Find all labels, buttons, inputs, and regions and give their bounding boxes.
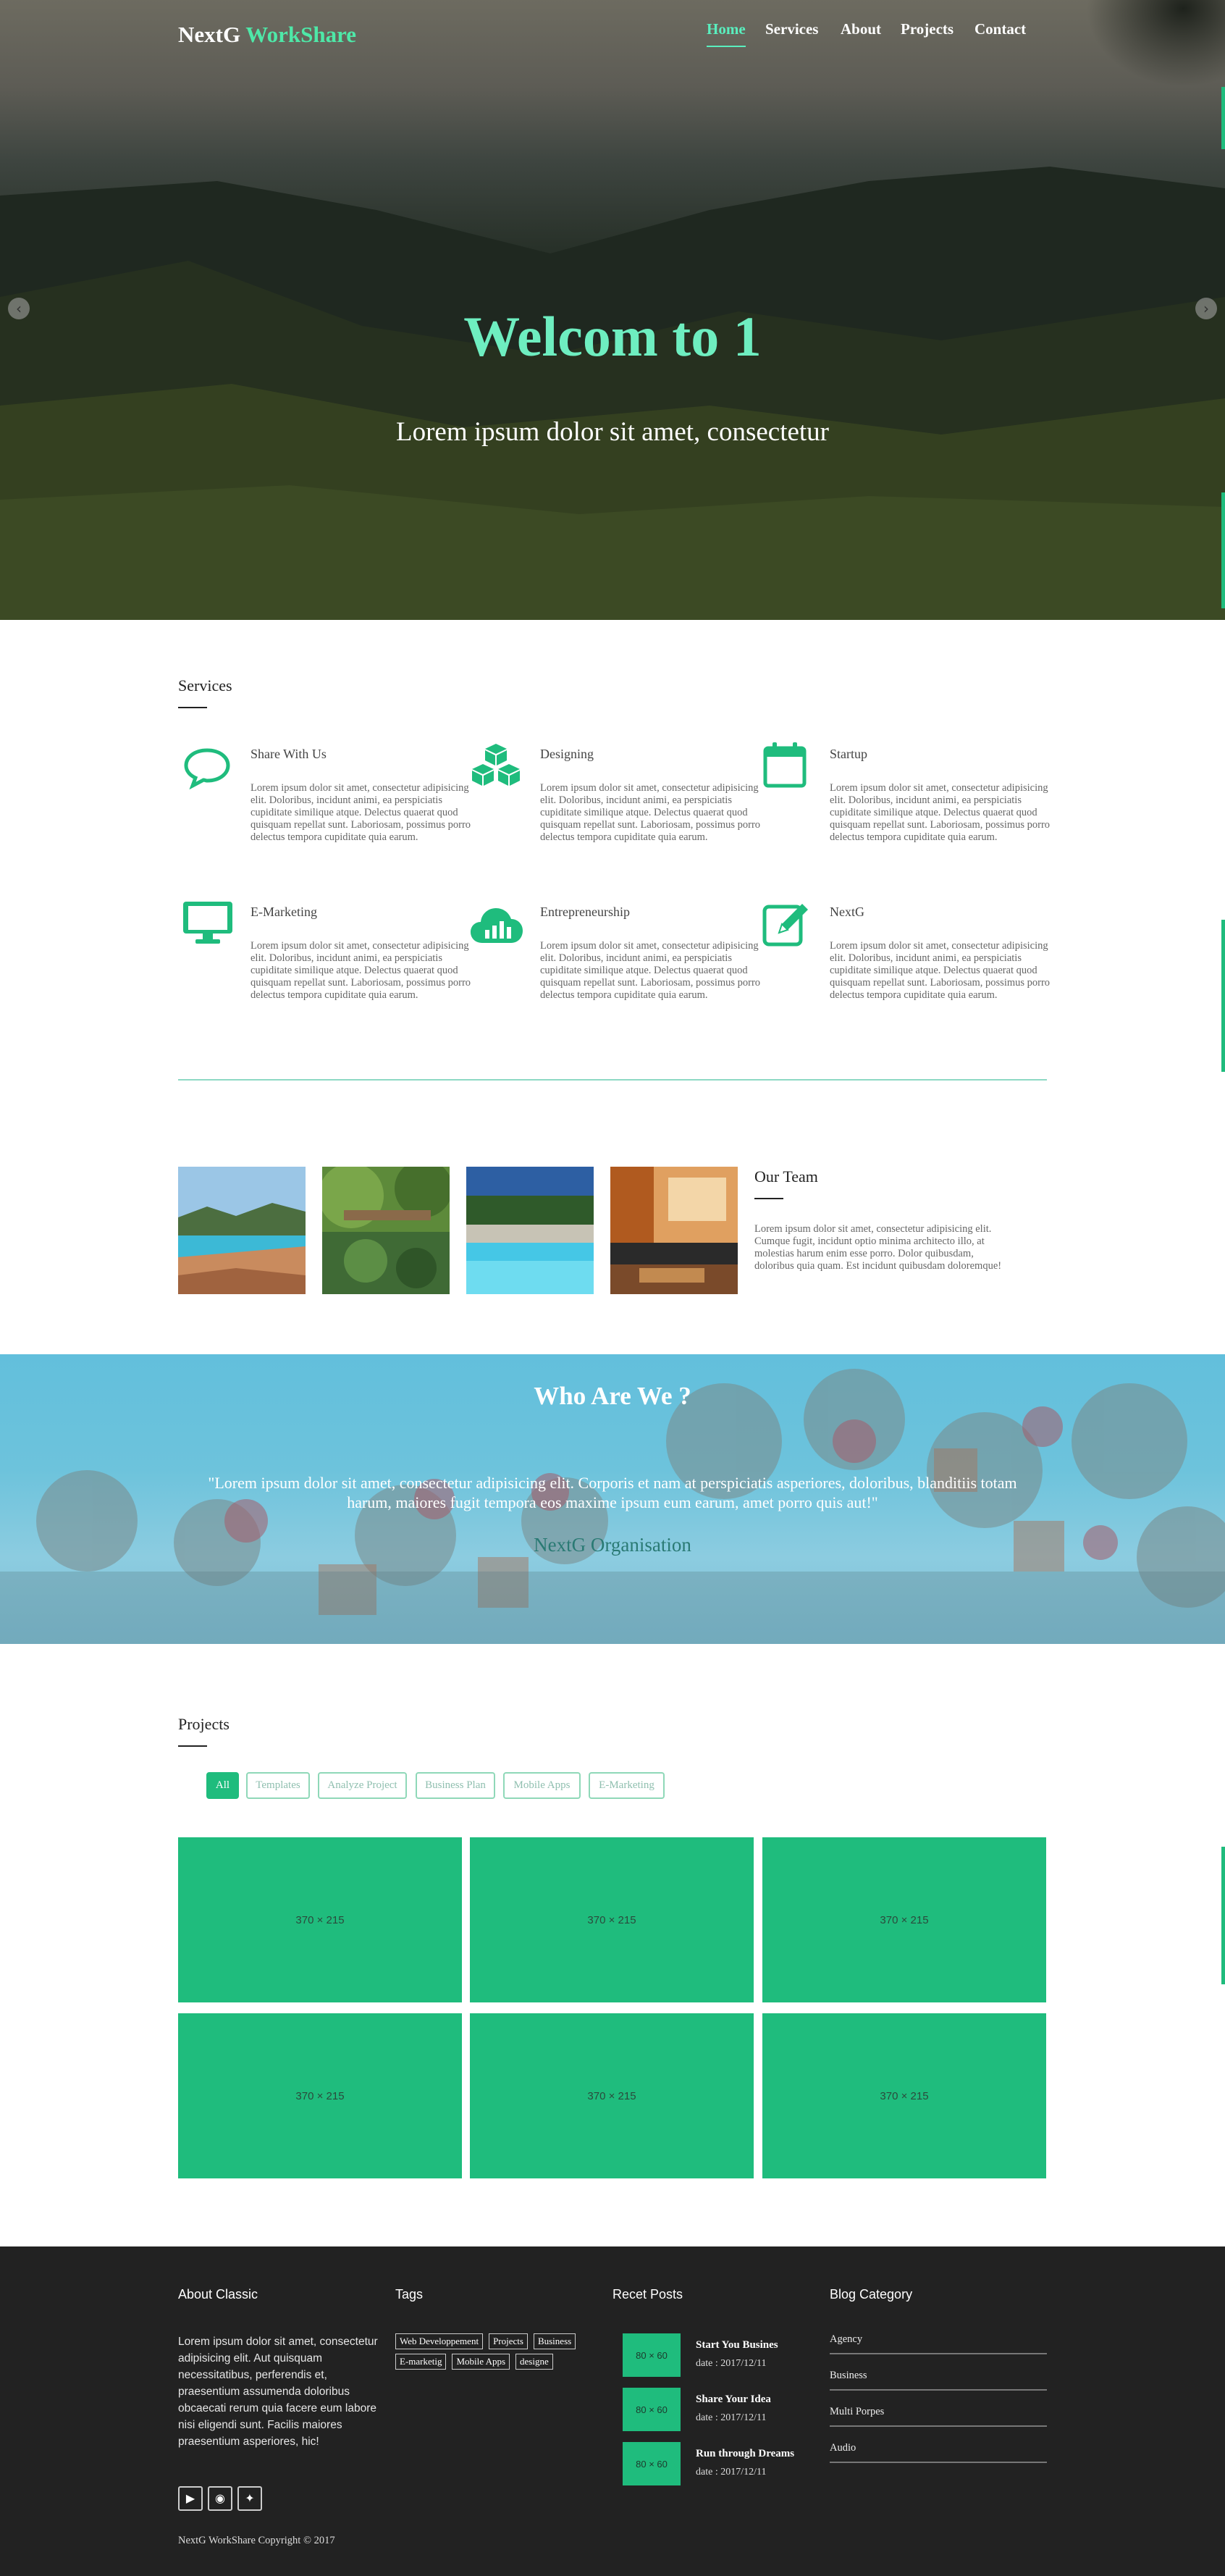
youtube-icon[interactable]: ▶ xyxy=(178,2486,203,2511)
service-text: Lorem ipsum dolor sit amet, consectetur … xyxy=(540,940,761,1001)
team-photo[interactable] xyxy=(322,1167,450,1294)
hero-subtitle: Lorem ipsum dolor sit amet, consectetur xyxy=(395,417,830,447)
brand-logo[interactable]: NextG WorkShare xyxy=(178,22,356,48)
project-card[interactable]: 370 × 215 xyxy=(470,1837,754,2002)
service-title: Startup xyxy=(830,747,867,761)
filter-mobile-apps-button[interactable]: Mobile Apps xyxy=(503,1772,581,1799)
service-title: NextG xyxy=(830,905,864,919)
section-divider xyxy=(178,1079,1047,1081)
service-title: E-Marketing xyxy=(251,905,317,919)
filter-analyze-project-button[interactable]: Analyze Project xyxy=(318,1772,407,1799)
category-link[interactable]: Multi Porpes xyxy=(830,2406,1047,2427)
service-text: Lorem ipsum dolor sit amet, consectetur … xyxy=(830,940,1051,1001)
footer-about-text: Lorem ipsum dolor sit amet, consectetur … xyxy=(178,2336,378,2448)
service-text: Lorem ipsum dolor sit amet, consectetur … xyxy=(251,940,471,1001)
who-title: Who Are We ? xyxy=(534,1382,691,1410)
service-text: Lorem ipsum dolor sit amet, consectetur … xyxy=(540,782,761,843)
github-icon[interactable]: ◉ xyxy=(208,2486,232,2511)
desktop-icon xyxy=(181,899,235,949)
who-author: NextG Organisation xyxy=(534,1534,691,1556)
scroll-indicator xyxy=(1221,1847,1225,1984)
service-text: Lorem ipsum dolor sit amet, consectetur … xyxy=(830,782,1051,843)
chat-bubble-icon xyxy=(182,746,232,793)
copyright: NextG WorkShare Copyright © 2017 xyxy=(178,2535,335,2546)
scroll-indicator xyxy=(1221,920,1225,1072)
team-photo[interactable] xyxy=(466,1167,594,1294)
services-title: Services xyxy=(178,676,232,708)
filter-e-marketing-button[interactable]: E-Marketing xyxy=(589,1772,665,1799)
project-card[interactable]: 370 × 215 xyxy=(762,1837,1046,2002)
post-thumbnail[interactable]: 80 × 60 xyxy=(623,2442,681,2485)
tree-silhouette xyxy=(1086,0,1225,87)
category-link[interactable]: Audio xyxy=(830,2442,1047,2463)
twitter-icon[interactable]: ✦ xyxy=(237,2486,262,2511)
tag[interactable]: Business xyxy=(533,2333,576,2349)
post-thumbnail[interactable]: 80 × 60 xyxy=(623,2333,681,2377)
service-title: Entrepreneurship xyxy=(540,905,630,919)
tag[interactable]: designe xyxy=(515,2354,553,2370)
scroll-indicator xyxy=(1221,492,1225,608)
hero-title: Welcom to 1 xyxy=(463,305,762,368)
post-title[interactable]: Start You Busines xyxy=(696,2339,778,2351)
footer-tags-title: Tags xyxy=(395,2287,424,2302)
edit-icon xyxy=(762,901,812,951)
nav-item-services[interactable]: Services xyxy=(765,20,818,38)
team-title: Our Team xyxy=(754,1167,818,1199)
service-text: Lorem ipsum dolor sit amet, consectetur … xyxy=(251,782,471,843)
team-photo[interactable] xyxy=(178,1167,306,1294)
post-date: date : 2017/12/11 xyxy=(696,2467,767,2478)
scroll-indicator xyxy=(1221,87,1225,149)
service-title: Share With Us xyxy=(251,747,327,761)
post-date: date : 2017/12/11 xyxy=(696,2412,767,2423)
project-card[interactable]: 370 × 215 xyxy=(178,1837,462,2002)
footer-category-title: Blog Category xyxy=(830,2287,913,2302)
project-card[interactable]: 370 × 215 xyxy=(470,2013,754,2178)
category-link[interactable]: Business xyxy=(830,2370,1047,2391)
brand-name: NextG xyxy=(178,22,241,47)
chevron-left-icon[interactable]: ‹ xyxy=(8,298,30,319)
nav-item-home[interactable]: Home xyxy=(707,20,746,47)
tag[interactable]: Mobile Apps xyxy=(452,2354,510,2370)
post-title[interactable]: Run through Dreams xyxy=(696,2448,794,2460)
cloud-chart-icon xyxy=(469,901,524,949)
cubes-icon xyxy=(468,742,524,791)
category-link[interactable]: Agency xyxy=(830,2333,1047,2354)
team-text: Lorem ipsum dolor sit amet, consectetur … xyxy=(754,1223,1002,1272)
calendar-icon xyxy=(762,740,808,793)
projects-title: Projects xyxy=(178,1715,230,1747)
post-date: date : 2017/12/11 xyxy=(696,2358,767,2369)
tag[interactable]: Web Developpement xyxy=(395,2333,484,2349)
project-card[interactable]: 370 × 215 xyxy=(762,2013,1046,2178)
nav-item-contact[interactable]: Contact xyxy=(974,20,1026,38)
post-thumbnail[interactable]: 80 × 60 xyxy=(623,2388,681,2431)
team-photo[interactable] xyxy=(610,1167,738,1294)
tag-list: Web Developpement Projects Business E-ma… xyxy=(395,2333,605,2374)
chevron-right-icon[interactable]: › xyxy=(1195,298,1217,319)
footer-about-title: About Classic xyxy=(178,2287,258,2302)
nav-item-about[interactable]: About xyxy=(841,20,881,38)
hero-background-image xyxy=(0,167,1225,620)
filter-templates-button[interactable]: Templates xyxy=(246,1772,310,1799)
nav-item-projects[interactable]: Projects xyxy=(901,20,954,38)
filter-business-plan-button[interactable]: Business Plan xyxy=(416,1772,495,1799)
who-quote: "Lorem ipsum dolor sit amet, consectetur… xyxy=(208,1474,1017,1511)
filter-all-button[interactable]: All xyxy=(206,1772,239,1799)
brand-accent: WorkShare xyxy=(245,22,357,47)
post-title[interactable]: Share Your Idea xyxy=(696,2394,771,2406)
project-card[interactable]: 370 × 215 xyxy=(178,2013,462,2178)
service-title: Designing xyxy=(540,747,594,761)
tag[interactable]: Projects xyxy=(489,2333,528,2349)
tag[interactable]: E-marketig xyxy=(395,2354,447,2370)
footer-posts-title: Recet Posts xyxy=(612,2287,683,2302)
